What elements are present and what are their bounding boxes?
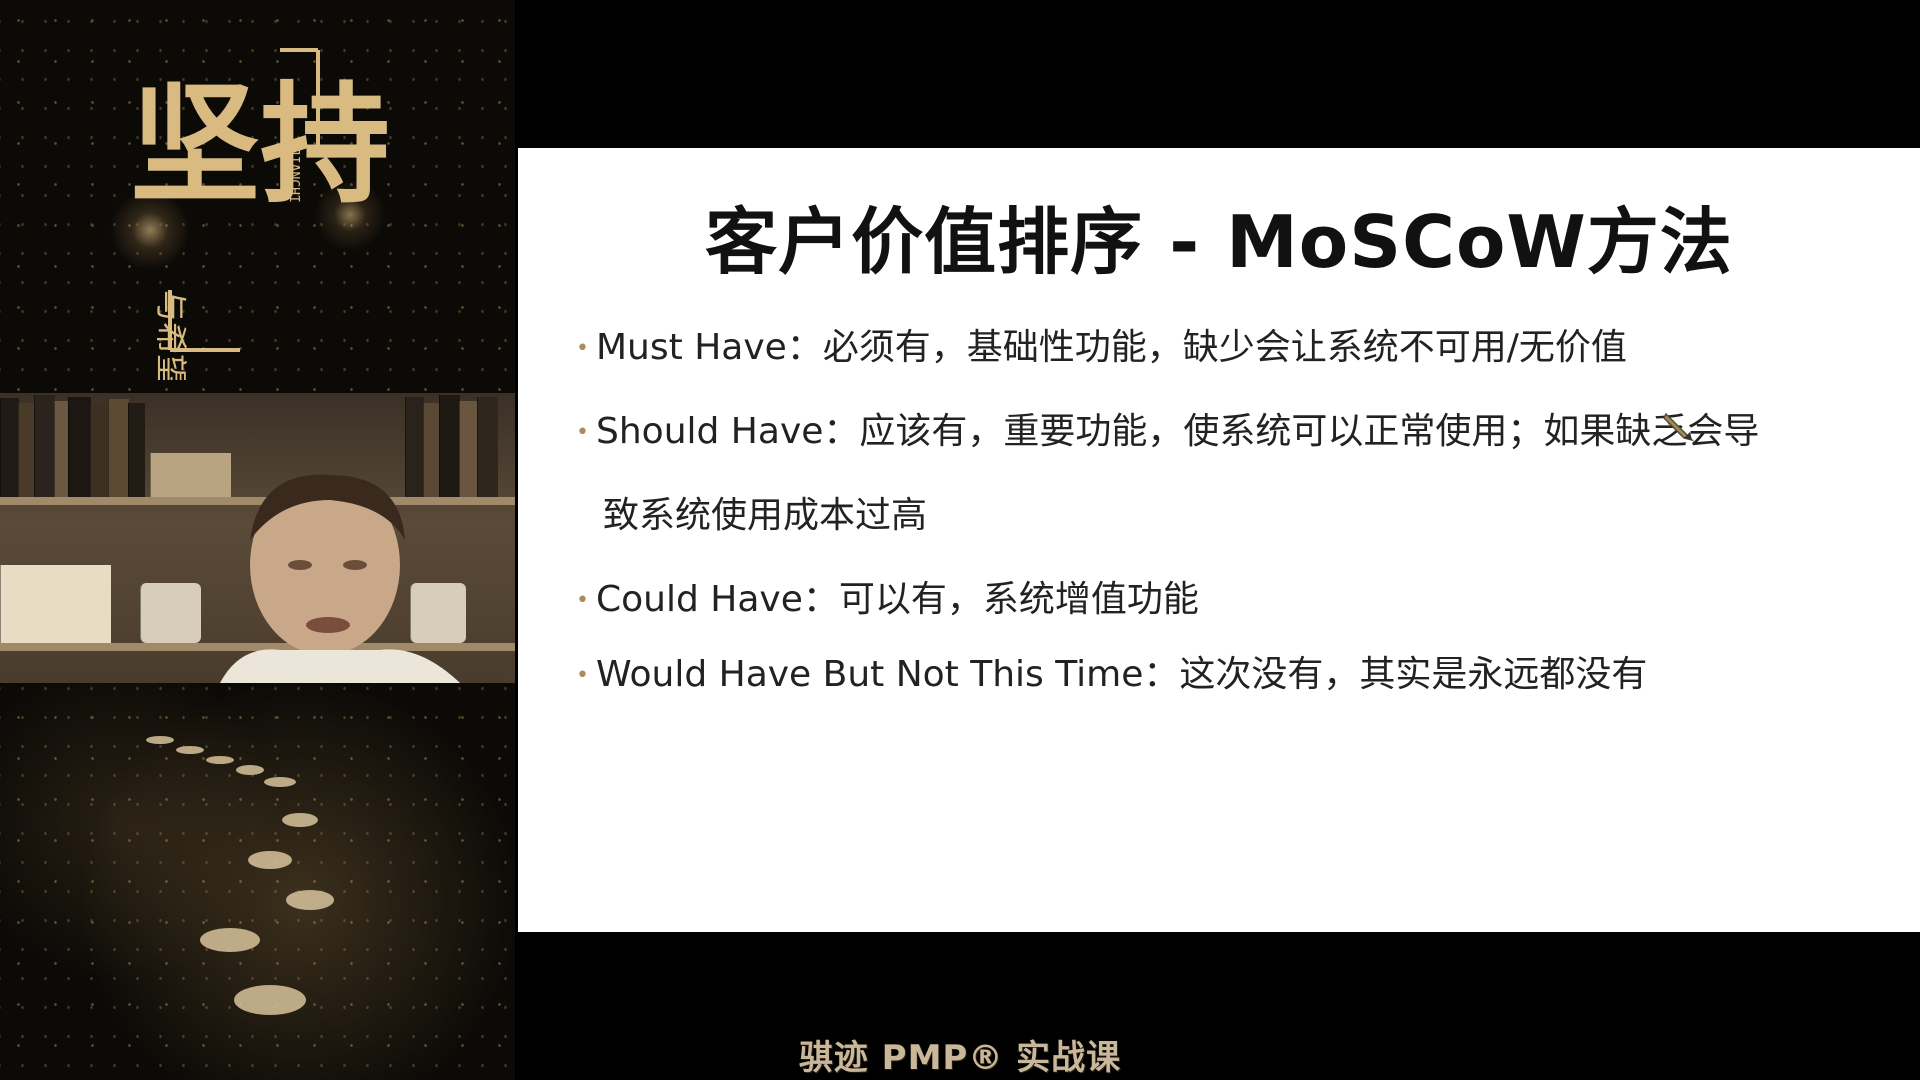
bullet-item-must-have: • Must Have：必须有，基础性功能，缺少会让系统不可用/无价值 — [576, 326, 1906, 371]
bullet-item-would-have: • Would Have But Not This Time：这次没有，其实是永远… — [576, 653, 1906, 698]
bullet-item-could-have: • Could Have：可以有，系统增值功能 — [576, 578, 1906, 623]
dot-icon: • — [576, 588, 589, 613]
footprints-decoration — [146, 736, 334, 1015]
presenter-video — [220, 474, 460, 683]
calligraphy-artwork: 坚持 JIANCHI 与希望 — [130, 48, 390, 380]
bullet-text: Would Have But Not This Time：这次没有，其实是永远都… — [596, 654, 1648, 695]
slide-title: 客户价值排序 - MoSCoW方法 — [705, 200, 1733, 284]
book — [18, 403, 35, 497]
book — [108, 399, 129, 497]
book — [0, 398, 19, 497]
presentation-slide: 客户价值排序 - MoSCoW方法 • Must Have：必须有，基础性功能，缺… — [518, 148, 1920, 932]
book — [150, 453, 231, 497]
dot-icon: • — [576, 420, 589, 445]
plant-pot — [140, 583, 201, 643]
book — [128, 403, 145, 497]
book — [0, 565, 111, 643]
bullet-continuation: 致系统使用成本过高 — [603, 495, 928, 536]
book — [34, 395, 55, 497]
dot-icon: • — [576, 336, 589, 361]
course-watermark: 骐迹 PMP® 实战课 — [798, 1038, 1122, 1078]
calligraphy-main-1: 坚持 — [130, 68, 390, 221]
book — [90, 405, 109, 497]
book — [68, 397, 91, 497]
dot-icon: • — [576, 663, 589, 688]
bullet-text: Should Have：应该有，重要功能，使系统可以正常使用；如果缺乏会导 — [596, 411, 1760, 452]
book — [54, 401, 69, 497]
pencil-cursor-icon — [1663, 412, 1695, 442]
book — [477, 397, 498, 497]
screen: 坚持 JIANCHI 与希望 — [0, 0, 1920, 1080]
bullet-text: Could Have：可以有，系统增值功能 — [596, 579, 1199, 620]
calligraphy-romanization: JIANCHI — [286, 148, 301, 203]
bullet-text: Must Have：必须有，基础性功能，缺少会让系统不可用/无价值 — [596, 327, 1627, 368]
poster-panel: 坚持 JIANCHI 与希望 — [0, 0, 515, 1080]
bullet-item-should-have: • Should Have：应该有，重要功能，使系统可以正常使用；如果缺乏会导 — [576, 410, 1906, 455]
